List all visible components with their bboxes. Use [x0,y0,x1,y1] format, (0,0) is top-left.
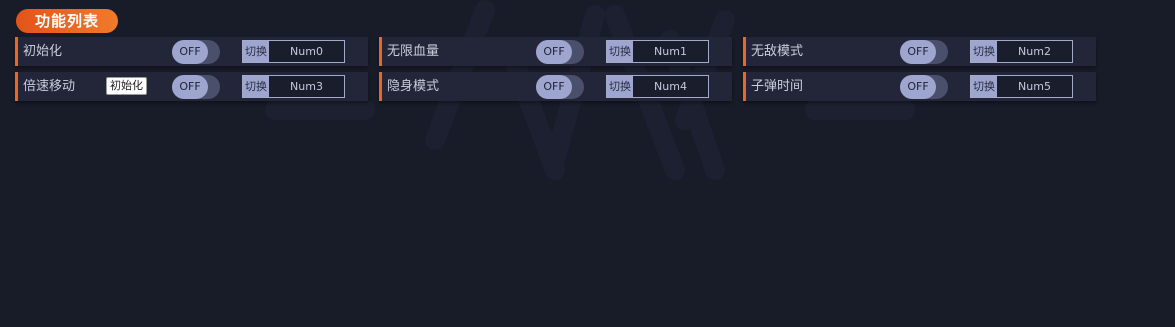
toggle-switch[interactable]: OFF [172,75,220,99]
hotkey-value: Num0 [290,45,323,58]
feature-label: 子弹时间 [751,79,804,94]
hotkey-value: Num1 [654,45,687,58]
switch-label: 切换 [971,41,997,62]
switch-label: 切换 [607,41,633,62]
toggle-state: OFF [900,40,936,64]
feature-label: 无限血量 [387,44,440,59]
hotkey-value: Num5 [1018,80,1051,93]
hotkey-field[interactable]: 切换 Num5 [970,75,1073,98]
switch-label: 切换 [243,41,269,62]
feature-row-stealth: 隐身模式 OFF 切换 Num4 [379,72,732,101]
switch-label: 切换 [243,76,269,97]
feature-list-header: 功能列表 [16,9,118,33]
feature-row-init: 初始化 OFF 切换 Num0 [15,37,368,66]
toggle-switch[interactable]: OFF [900,75,948,99]
switch-label: 切换 [607,76,633,97]
hotkey-field[interactable]: 切换 Num1 [606,40,709,63]
hotkey-field[interactable]: 切换 Num0 [242,40,345,63]
toggle-state: OFF [536,40,572,64]
hotkey-value: Num4 [654,80,687,93]
toggle-switch[interactable]: OFF [536,40,584,64]
toggle-state: OFF [172,40,208,64]
toggle-state: OFF [900,75,936,99]
feature-label: 隐身模式 [387,79,440,94]
hotkey-field[interactable]: 切换 Num4 [606,75,709,98]
tooltip: 初始化 [106,77,147,95]
hotkey-value: Num2 [1018,45,1051,58]
feature-row-infinite-health: 无限血量 OFF 切换 Num1 [379,37,732,66]
hotkey-value: Num3 [290,80,323,93]
switch-label: 切换 [971,76,997,97]
feature-row-god-mode: 无敌模式 OFF 切换 Num2 [743,37,1096,66]
hotkey-field[interactable]: 切换 Num3 [242,75,345,98]
toggle-switch[interactable]: OFF [536,75,584,99]
toggle-state: OFF [536,75,572,99]
feature-label: 初始化 [23,44,63,59]
feature-row-speed-move: 倍速移动 OFF 切换 Num3 [15,72,368,101]
toggle-state: OFF [172,75,208,99]
toggle-switch[interactable]: OFF [172,40,220,64]
feature-row-bullet-time: 子弹时间 OFF 切换 Num5 [743,72,1096,101]
feature-label: 无敌模式 [751,44,804,59]
toggle-switch[interactable]: OFF [900,40,948,64]
hotkey-field[interactable]: 切换 Num2 [970,40,1073,63]
feature-label: 倍速移动 [23,79,76,94]
